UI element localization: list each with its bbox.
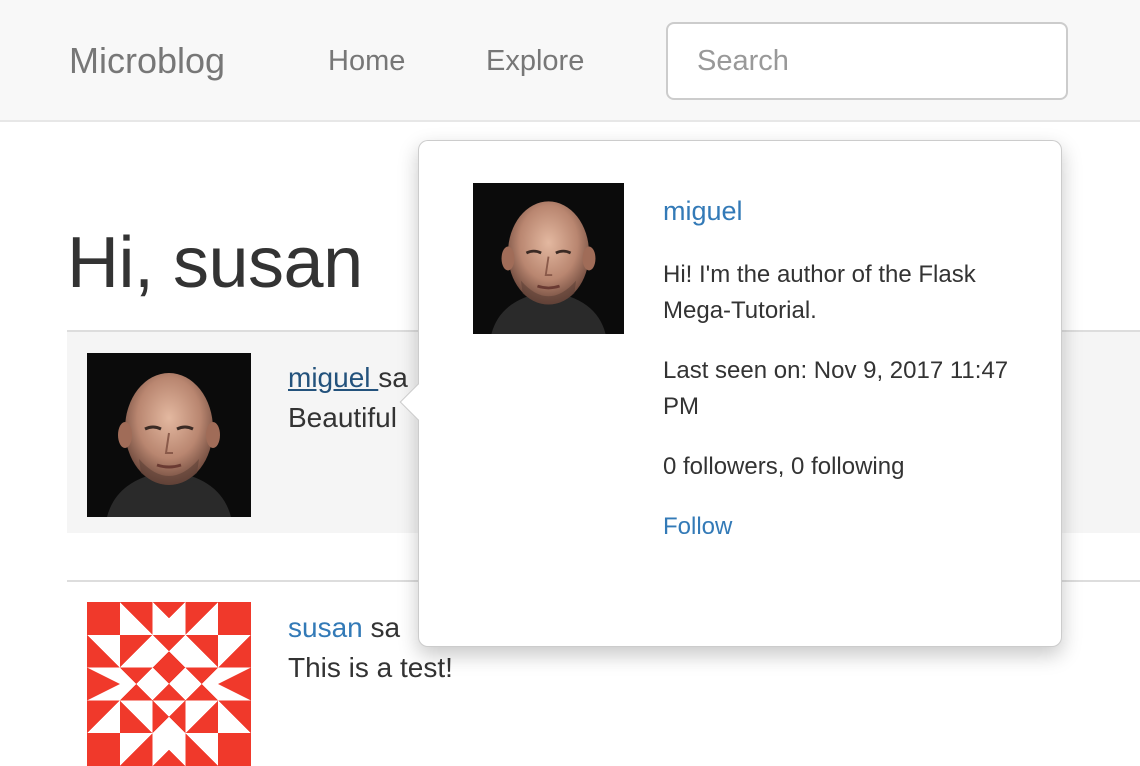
popover-follow-stats: 0 followers, 0 following xyxy=(663,453,905,480)
post-header: miguel sa xyxy=(288,358,408,398)
popover-username-link[interactable]: miguel xyxy=(663,193,1023,229)
post-author-link[interactable]: susan xyxy=(288,612,363,643)
post-body: This is a test! xyxy=(288,652,453,683)
post-body: Beautiful xyxy=(288,402,397,433)
popover-about: Hi! I'm the author of the Flask Mega-Tut… xyxy=(663,261,976,324)
search-input[interactable] xyxy=(666,22,1068,100)
avatar[interactable] xyxy=(87,353,251,517)
portrait-avatar-image xyxy=(473,183,624,334)
popover-avatar[interactable] xyxy=(473,183,624,334)
follow-button[interactable]: Follow xyxy=(663,513,732,540)
identicon-avatar[interactable] xyxy=(87,602,251,766)
post-content: miguel sa Beautiful xyxy=(288,358,408,438)
page-title: Hi, susan xyxy=(67,223,363,303)
navbar: Microblog Home Explore xyxy=(0,0,1140,122)
user-popover: miguel Hi! I'm the author of the Flask M… xyxy=(399,140,1062,647)
post-says-text: sa xyxy=(370,612,401,643)
nav-home-link[interactable]: Home xyxy=(328,45,405,78)
nav-explore-link[interactable]: Explore xyxy=(486,45,584,78)
portrait-avatar-image xyxy=(87,353,251,517)
post-author-link[interactable]: miguel xyxy=(288,362,378,393)
popover-last-seen: Last seen on: Nov 9, 2017 11:47 PM xyxy=(663,357,1009,420)
post-says-text: sa xyxy=(378,362,408,393)
brand-link[interactable]: Microblog xyxy=(69,40,225,82)
popover-body: miguel Hi! I'm the author of the Flask M… xyxy=(663,193,1023,545)
